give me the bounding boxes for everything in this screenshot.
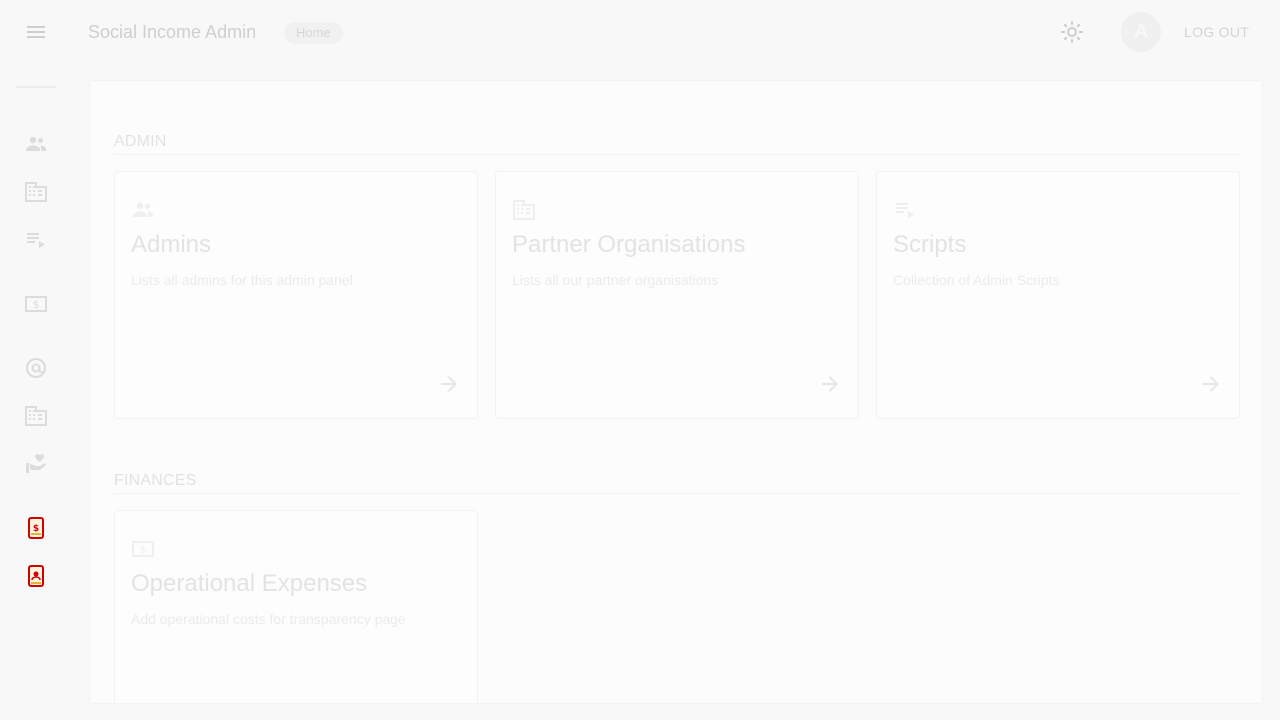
sidebar-divider bbox=[16, 86, 56, 88]
card-description: Lists all our partner organisations bbox=[512, 272, 719, 288]
section-title-finances: FINANCES bbox=[114, 472, 197, 489]
card-description: Lists all admins for this admin panel bbox=[131, 272, 353, 288]
sidebar-item-partner-orgs[interactable] bbox=[24, 404, 48, 428]
card-title: Admins bbox=[131, 231, 212, 258]
arrow-right-icon[interactable] bbox=[437, 372, 461, 396]
sidebar: $ $ bbox=[0, 64, 72, 720]
recipients-icon bbox=[26, 454, 46, 473]
sidebar-item-scripts[interactable] bbox=[24, 228, 48, 252]
sidebar-item-expenses[interactable]: $ bbox=[24, 292, 48, 316]
breadcrumb-home[interactable]: Home bbox=[284, 22, 343, 44]
card-operational-expenses[interactable]: $ Operational Expenses Add operational c… bbox=[114, 510, 478, 703]
card-title: Operational Expenses bbox=[131, 570, 368, 597]
sidebar-item-contributors[interactable] bbox=[24, 356, 48, 380]
section-divider bbox=[114, 154, 1240, 155]
card-title: Scripts bbox=[893, 231, 967, 258]
section-divider bbox=[114, 493, 1240, 494]
payments-icon bbox=[28, 565, 44, 587]
logout-button[interactable]: LOG OUT bbox=[1176, 20, 1257, 44]
sidebar-item-recipients[interactable] bbox=[24, 452, 48, 476]
arrow-right-icon[interactable] bbox=[1199, 372, 1223, 396]
card-admins[interactable]: Admins Lists all admins for this admin p… bbox=[114, 171, 478, 419]
surveys-icon: $ bbox=[28, 517, 44, 539]
svg-text:$: $ bbox=[33, 300, 39, 311]
expenses-icon: $ bbox=[25, 296, 47, 312]
app-header: Social Income Admin Home A LOG OUT bbox=[0, 0, 1280, 64]
money-icon: $ bbox=[131, 537, 155, 561]
svg-text:$: $ bbox=[140, 545, 146, 556]
menu-icon[interactable] bbox=[24, 20, 48, 44]
scripts-icon bbox=[27, 233, 45, 248]
arrow-right-icon[interactable] bbox=[818, 372, 842, 396]
theme-toggle-icon[interactable] bbox=[1060, 20, 1084, 44]
partner-orgs-icon bbox=[25, 406, 47, 426]
card-description: Add operational costs for transparency p… bbox=[131, 611, 406, 627]
card-title: Partner Organisations bbox=[512, 231, 746, 258]
dashboard-panel: ADMIN Admins Lists all admins for this a… bbox=[89, 80, 1263, 704]
card-scripts[interactable]: Scripts Collection of Admin Scripts bbox=[876, 171, 1240, 419]
admins-icon bbox=[26, 136, 46, 151]
organisations-icon bbox=[25, 182, 47, 202]
sidebar-item-organisations[interactable] bbox=[24, 180, 48, 204]
contributors-icon bbox=[26, 358, 46, 378]
sidebar-item-surveys[interactable]: $ bbox=[24, 516, 48, 540]
card-description: Collection of Admin Scripts bbox=[893, 272, 1060, 288]
svg-text:$: $ bbox=[33, 524, 39, 534]
playlist-icon bbox=[893, 198, 917, 222]
sidebar-item-payments[interactable] bbox=[24, 564, 48, 588]
organisation-icon bbox=[512, 198, 536, 222]
card-partner-organisations[interactable]: Partner Organisations Lists all our part… bbox=[495, 171, 859, 419]
avatar[interactable]: A bbox=[1121, 12, 1161, 52]
app-title: Social Income Admin bbox=[88, 22, 257, 42]
sidebar-item-admins[interactable] bbox=[24, 132, 48, 156]
section-title-admin: ADMIN bbox=[114, 133, 167, 150]
admins-icon bbox=[131, 198, 155, 222]
